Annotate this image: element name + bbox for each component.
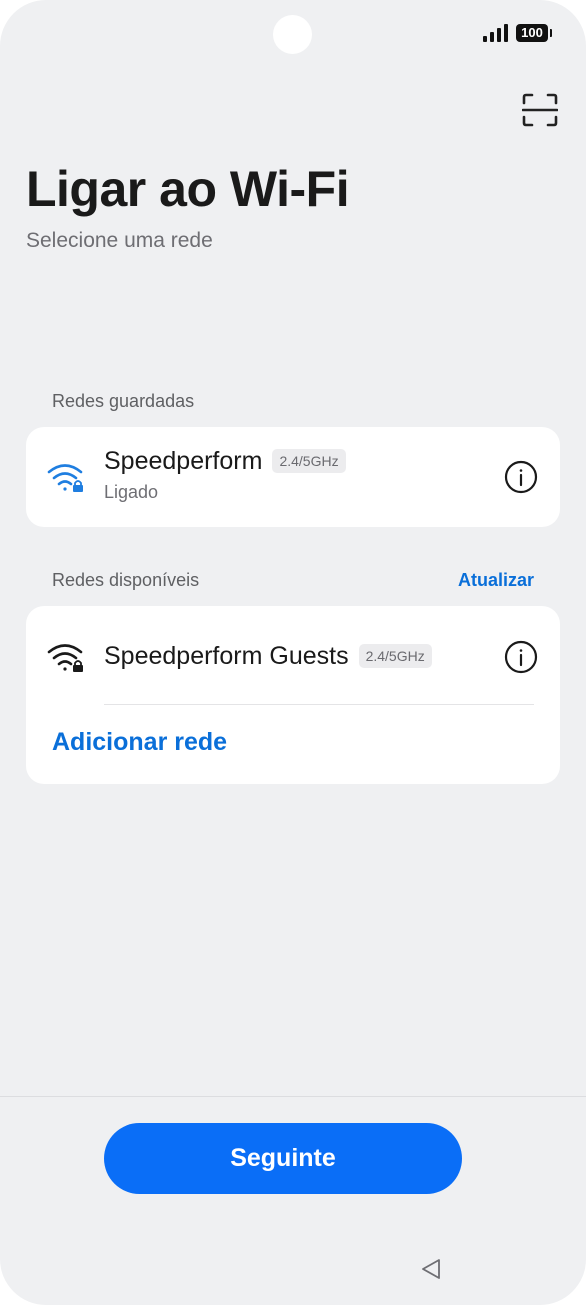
available-networks-card: Speedperform Guests 2.4/5GHz Adicionar re… [26,606,560,784]
wifi-lock-icon [47,644,83,672]
network-status: Ligado [104,482,159,502]
next-button[interactable]: Seguinte [104,1123,462,1194]
band-badge: 2.4/5GHz [272,449,346,473]
back-triangle-icon[interactable] [420,1257,442,1281]
page-subtitle: Selecione uma rede [26,229,213,252]
network-name: Speedperform [104,447,263,475]
battery-indicator: 100 [516,24,552,42]
band-badge: 2.4/5GHz [358,644,432,668]
info-icon[interactable] [504,640,538,674]
available-networks-label: Redes disponíveis [52,570,200,590]
saved-networks-card: Speedperform 2.4/5GHz Ligado [26,427,560,527]
signal-icon [483,24,508,42]
network-name: Speedperform Guests [104,642,349,670]
phone-screen: 100 Ligar ao Wi-Fi Selecione uma rede Re… [0,0,586,1305]
status-bar: 100 [483,24,552,42]
list-divider [104,704,534,705]
info-icon[interactable] [504,460,538,494]
scan-icon[interactable] [522,93,558,127]
saved-networks-label: Redes guardadas [52,391,195,411]
page-title: Ligar ao Wi-Fi [26,161,350,217]
refresh-link[interactable]: Atualizar [458,570,534,591]
network-row-speedperform[interactable]: Speedperform 2.4/5GHz Ligado [26,427,560,527]
front-camera [273,15,312,54]
network-row-speedperform-guests[interactable]: Speedperform Guests 2.4/5GHz [26,606,560,704]
footer-divider [0,1096,586,1097]
wifi-lock-icon [47,464,83,492]
add-network-link[interactable]: Adicionar rede [52,728,227,757]
